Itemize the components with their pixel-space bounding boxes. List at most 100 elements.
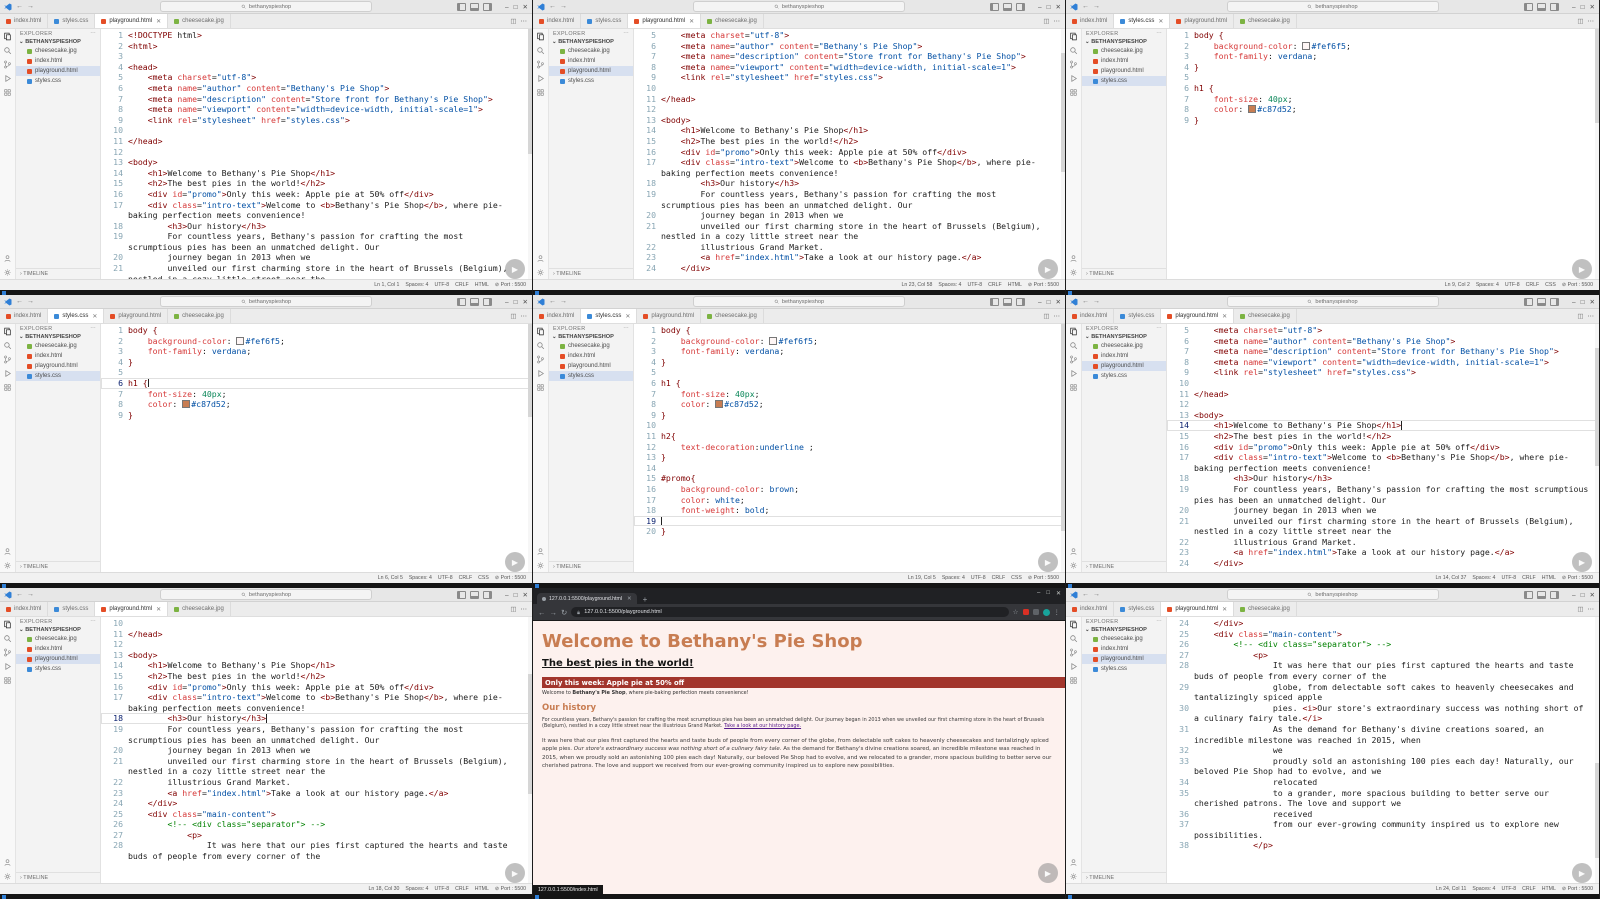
layout-panel-icon[interactable] bbox=[1002, 2, 1012, 11]
taskbar-vscode-icon[interactable] bbox=[1068, 894, 1072, 899]
layout-secondary-icon[interactable] bbox=[482, 2, 492, 11]
play-overlay-icon[interactable]: ▶ bbox=[1572, 259, 1592, 279]
activitybar-explorer-icon[interactable] bbox=[1069, 32, 1078, 41]
file-styles.css[interactable]: styles.css bbox=[1082, 664, 1166, 674]
tab-styles.css[interactable]: styles.css ✕ bbox=[1114, 14, 1171, 28]
activitybar-run-debug-icon[interactable] bbox=[536, 74, 545, 83]
tab-close-icon[interactable]: ✕ bbox=[1222, 313, 1227, 320]
minimize-button[interactable]: – bbox=[505, 4, 509, 11]
editor-scrollbar[interactable] bbox=[1595, 324, 1599, 572]
close-button[interactable]: ✕ bbox=[1590, 592, 1595, 599]
activitybar-run-debug-icon[interactable] bbox=[3, 74, 12, 83]
timeline-section[interactable]: › TIMELINE bbox=[16, 561, 100, 572]
explorer-more-icon[interactable]: ⋯ bbox=[1156, 31, 1162, 37]
nav-forward-icon[interactable]: → bbox=[1093, 591, 1100, 598]
layout-sidebar-icon[interactable] bbox=[456, 297, 466, 306]
file-index.html[interactable]: index.html bbox=[1082, 56, 1166, 66]
close-button[interactable]: ✕ bbox=[1590, 299, 1595, 306]
command-center-search[interactable]: bethanyspieshop bbox=[693, 1, 905, 12]
settings-gear-icon[interactable] bbox=[1069, 872, 1078, 881]
activitybar-search-icon[interactable] bbox=[3, 634, 12, 643]
timeline-section[interactable]: › TIMELINE bbox=[549, 268, 633, 279]
explorer-more-icon[interactable]: ⋯ bbox=[90, 619, 96, 625]
indentation[interactable]: Spaces: 4 bbox=[1476, 282, 1499, 288]
explorer-more-icon[interactable]: ⋯ bbox=[1156, 326, 1162, 332]
language-mode[interactable]: HTML bbox=[475, 282, 489, 288]
tab-cheesecake.jpg[interactable]: cheesecake.jpg bbox=[168, 14, 231, 28]
file-styles.css[interactable]: styles.css bbox=[1082, 76, 1166, 86]
tab-playground.html[interactable]: playground.html ✕ bbox=[1161, 602, 1235, 616]
folder-row[interactable]: ⌄ BETHANYSPIESHOP bbox=[16, 626, 100, 634]
folder-row[interactable]: ⌄ BETHANYSPIESHOP bbox=[1082, 38, 1166, 46]
activitybar-explorer-icon[interactable] bbox=[1069, 620, 1078, 629]
activitybar-search-icon[interactable] bbox=[3, 46, 12, 55]
eol-sequence[interactable]: CRLF bbox=[1522, 886, 1536, 892]
timeline-section[interactable]: › TIMELINE bbox=[16, 268, 100, 279]
nav-back-icon[interactable]: ← bbox=[549, 298, 556, 305]
layout-panel-icon[interactable] bbox=[1536, 2, 1546, 11]
live-server-port[interactable]: ⊘ Port : 5500 bbox=[1562, 575, 1593, 581]
activitybar-explorer-icon[interactable] bbox=[536, 32, 545, 41]
scrollbar-thumb[interactable] bbox=[528, 324, 532, 417]
tab-index.html[interactable]: index.html bbox=[1066, 309, 1115, 323]
language-mode[interactable]: HTML bbox=[1542, 886, 1556, 892]
activitybar-explorer-icon[interactable] bbox=[3, 32, 12, 41]
indentation[interactable]: Spaces: 4 bbox=[405, 282, 428, 288]
bookmark-star-icon[interactable]: ☆ bbox=[1013, 608, 1019, 616]
activitybar-extensions-icon[interactable] bbox=[536, 383, 545, 392]
close-button[interactable]: ✕ bbox=[1056, 4, 1061, 11]
layout-panel-icon[interactable] bbox=[469, 2, 479, 11]
activitybar-extensions-icon[interactable] bbox=[1069, 88, 1078, 97]
account-icon[interactable] bbox=[536, 254, 545, 263]
eol-sequence[interactable]: CRLF bbox=[455, 282, 469, 288]
activitybar-extensions-icon[interactable] bbox=[1069, 383, 1078, 392]
split-editor-icon[interactable]: ◫ bbox=[1043, 17, 1049, 25]
timeline-section[interactable]: › TIMELINE bbox=[1082, 872, 1166, 883]
timeline-section[interactable]: › TIMELINE bbox=[1082, 561, 1166, 572]
folder-row[interactable]: ⌄ BETHANYSPIESHOP bbox=[549, 333, 633, 341]
activitybar-extensions-icon[interactable] bbox=[1069, 676, 1078, 685]
file-styles.css[interactable]: styles.css bbox=[1082, 371, 1166, 381]
taskbar-vscode-icon[interactable] bbox=[535, 290, 539, 295]
file-styles.css[interactable]: styles.css bbox=[16, 664, 100, 674]
nav-forward-icon[interactable]: → bbox=[27, 298, 34, 305]
maximize-button[interactable]: □ bbox=[1047, 299, 1051, 306]
tab-playground.html[interactable]: playground.html bbox=[1170, 14, 1235, 28]
editor-scrollbar[interactable] bbox=[1595, 617, 1599, 883]
live-server-port[interactable]: ⊘ Port : 5500 bbox=[495, 575, 526, 581]
folder-row[interactable]: ⌄ BETHANYSPIESHOP bbox=[1082, 626, 1166, 634]
eol-sequence[interactable]: CRLF bbox=[988, 282, 1002, 288]
activitybar-explorer-icon[interactable] bbox=[3, 620, 12, 629]
encoding[interactable]: UTF-8 bbox=[1505, 282, 1520, 288]
file-cheesecake.jpg[interactable]: cheesecake.jpg bbox=[16, 46, 100, 56]
live-server-port[interactable]: ⊘ Port : 5500 bbox=[1028, 575, 1059, 581]
layout-panel-icon[interactable] bbox=[469, 590, 479, 599]
file-index.html[interactable]: index.html bbox=[549, 56, 633, 66]
activitybar-run-debug-icon[interactable] bbox=[3, 662, 12, 671]
tab-cheesecake.jpg[interactable]: cheesecake.jpg bbox=[168, 602, 231, 616]
tab-playground.html[interactable]: playground.html ✕ bbox=[628, 14, 702, 28]
tab-cheesecake.jpg[interactable]: cheesecake.jpg bbox=[168, 309, 231, 323]
language-mode[interactable]: CSS bbox=[1545, 282, 1556, 288]
activitybar-run-debug-icon[interactable] bbox=[1069, 74, 1078, 83]
indentation[interactable]: Spaces: 4 bbox=[1472, 575, 1495, 581]
nav-forward-icon[interactable]: → bbox=[560, 298, 567, 305]
tab-playground.html[interactable]: playground.html bbox=[637, 309, 702, 323]
code-editor[interactable]: 1 <!DOCTYPE html> 2 <html> 3 4 <head> 5 <meta … bbox=[101, 29, 532, 279]
file-playground.html[interactable]: playground.html bbox=[1082, 654, 1166, 664]
new-tab-button[interactable]: + bbox=[643, 596, 648, 604]
command-center-search[interactable]: bethanyspieshop bbox=[1226, 1, 1439, 12]
more-actions-icon[interactable]: ⋯ bbox=[521, 312, 528, 320]
cursor-position[interactable]: Ln 23, Col 58 bbox=[902, 282, 933, 288]
taskbar-vscode-icon[interactable] bbox=[2, 583, 6, 588]
tab-styles.css[interactable]: styles.css bbox=[1114, 309, 1162, 323]
activitybar-search-icon[interactable] bbox=[1069, 46, 1078, 55]
tab-playground.html[interactable]: playground.html ✕ bbox=[95, 14, 169, 28]
minimize-button[interactable]: – bbox=[1572, 299, 1576, 306]
activitybar-source-control-icon[interactable] bbox=[536, 355, 545, 364]
editor-scrollbar[interactable] bbox=[1061, 29, 1065, 279]
tab-index.html[interactable]: index.html bbox=[0, 14, 49, 28]
account-icon[interactable] bbox=[3, 547, 12, 556]
cursor-position[interactable]: Ln 9, Col 2 bbox=[1445, 282, 1470, 288]
file-playground.html[interactable]: playground.html bbox=[549, 361, 633, 371]
